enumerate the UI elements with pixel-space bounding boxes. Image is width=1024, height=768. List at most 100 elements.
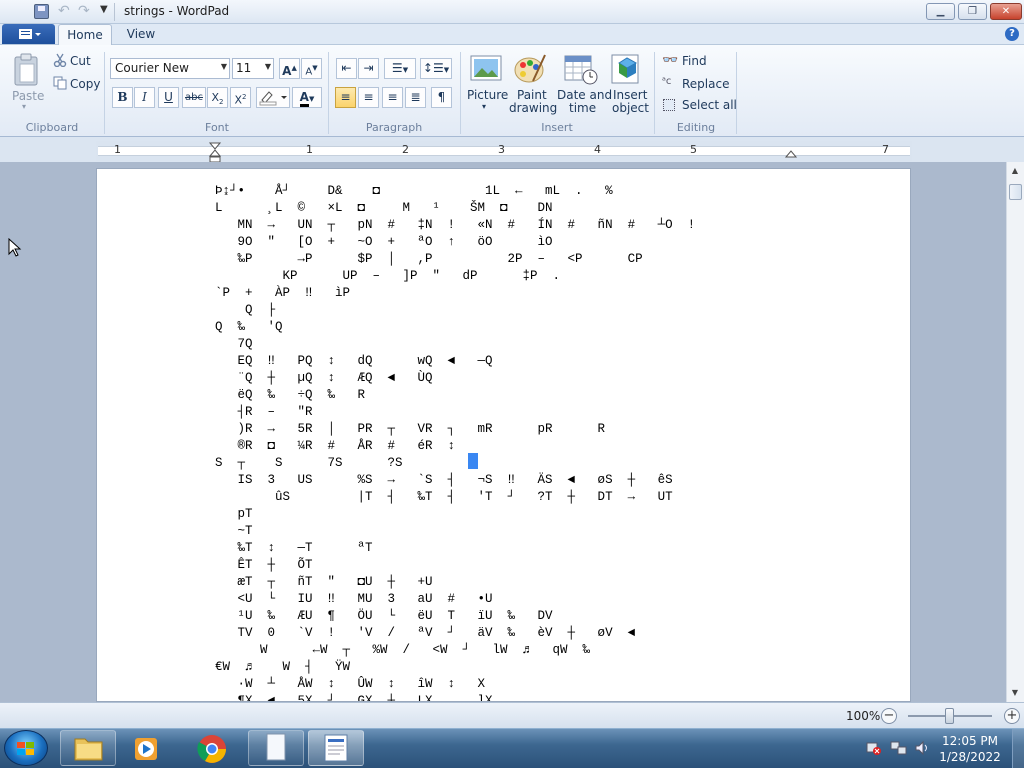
document-line[interactable]: TV 0 `V ! 'V / ªV ┘ äV ‰ èV ┼ øV ◄: [215, 625, 695, 642]
copy-button[interactable]: Copy: [70, 77, 100, 91]
document-line[interactable]: 9O " [O + ~O + ªO ↑ öO ìO: [215, 234, 695, 251]
document-line[interactable]: ûS |T ┤ ‰T ┤ 'T ┘ ?T ┼ DT → UT: [215, 489, 695, 506]
document-line[interactable]: 7Q: [215, 336, 695, 353]
document-line[interactable]: W ←W ┬ %W / <W ┘ lW ♬ qW ‰: [215, 642, 695, 659]
subscript-button[interactable]: X2: [207, 87, 228, 108]
align-center-button[interactable]: ≡: [358, 87, 379, 108]
font-color-button[interactable]: A▼: [292, 87, 322, 108]
document-line[interactable]: IS 3 US %S → `S ┤ ¬S ‼ ÄS ◄ øS ┼ êS: [215, 472, 695, 489]
bold-button[interactable]: B: [112, 87, 133, 108]
insert-object-button[interactable]: object: [612, 101, 649, 115]
paste-dropdown-icon[interactable]: ▾: [22, 102, 26, 111]
document-line[interactable]: ‰P →P $P │ ,P 2P – <P CP: [215, 251, 695, 268]
picture-icon[interactable]: [470, 54, 502, 87]
undo-icon[interactable]: ↶: [58, 3, 70, 19]
select-all-button[interactable]: Select all: [682, 98, 737, 112]
zoom-slider-thumb[interactable]: [945, 708, 954, 724]
document-line[interactable]: Q ‰ 'Q: [215, 319, 695, 336]
document-line[interactable]: KP UP – ]P " dP ‡P .: [215, 268, 695, 285]
binoculars-icon[interactable]: 👓: [662, 53, 678, 68]
insert-object-icon[interactable]: [611, 53, 645, 88]
align-left-button[interactable]: ≡: [335, 87, 356, 108]
bullets-button[interactable]: ☰▼: [384, 58, 416, 79]
paste-button[interactable]: [12, 52, 42, 91]
italic-button[interactable]: I: [134, 87, 155, 108]
save-icon[interactable]: [34, 4, 49, 19]
paint-drawing-button[interactable]: drawing: [509, 101, 557, 115]
picture-button[interactable]: Picture: [467, 88, 508, 102]
vertical-scrollbar[interactable]: [1006, 162, 1024, 702]
document-line[interactable]: S ┬ S 7S ?S: [215, 455, 695, 472]
document-line[interactable]: ëQ ‰ ÷Q ‰ R: [215, 387, 695, 404]
paint-palette-icon[interactable]: [513, 53, 547, 88]
font-family-select[interactable]: Courier New ▼: [110, 58, 230, 79]
document-line[interactable]: pT: [215, 506, 695, 523]
maximize-button[interactable]: ❐: [958, 3, 987, 20]
minimize-button[interactable]: ▁: [926, 3, 955, 20]
chevron-down-icon[interactable]: ▾: [482, 102, 486, 111]
document-line[interactable]: Þ↨┘• Å┘ D& ◘ 1L ← mL . %: [215, 183, 695, 200]
document-line[interactable]: ÊT ┼ ÕT: [215, 557, 695, 574]
calendar-clock-icon[interactable]: [564, 53, 598, 88]
document-line[interactable]: `P + ÀP ‼ ìP: [215, 285, 695, 302]
decrease-indent-button[interactable]: ⇤: [336, 58, 357, 79]
zoom-out-button[interactable]: −: [881, 708, 897, 724]
replace-button[interactable]: Replace: [682, 77, 729, 91]
strikethrough-button[interactable]: abc: [182, 87, 206, 108]
document-line[interactable]: ¶X ◄ 5X ┘ GX ┼ LX lX: [215, 693, 695, 701]
help-icon[interactable]: ?: [1005, 27, 1019, 41]
volume-icon[interactable]: [914, 740, 930, 759]
zoom-in-button[interactable]: +: [1004, 708, 1020, 724]
replace-icon[interactable]: ᵃc: [662, 76, 671, 87]
document-line[interactable]: ‰T ↕ —T ªT: [215, 540, 695, 557]
find-button[interactable]: Find: [682, 54, 707, 68]
date-time-button[interactable]: time: [569, 101, 596, 115]
grow-font-button[interactable]: A▲: [279, 58, 300, 79]
customize-quick-access-icon[interactable]: ▼: [100, 4, 108, 15]
document-line[interactable]: EQ ‼ PQ ↕ dQ wQ ◄ —Q: [215, 353, 695, 370]
document-line[interactable]: <U └ IU ‼ MU 3 aU # •U: [215, 591, 695, 608]
document-line[interactable]: ®R ◘ ¼R # ÅR # éR ↕: [215, 438, 695, 455]
document-line[interactable]: €W ♬ W ┤ ŸW: [215, 659, 695, 676]
notepad-taskbar-button[interactable]: [248, 730, 304, 766]
shrink-font-button[interactable]: A▼: [301, 58, 322, 79]
document-line[interactable]: )R → 5R │ PR ┬ VR ┐ mR pR R: [215, 421, 695, 438]
document-line[interactable]: ¨Q ┼ µQ ↕ ÆQ ◄ ÙQ: [215, 370, 695, 387]
network-icon[interactable]: [890, 740, 908, 759]
justify-button[interactable]: ≣: [405, 87, 426, 108]
document-line[interactable]: æT ┬ ñT " ◘U ┼ +U: [215, 574, 695, 591]
document-line[interactable]: ┤R – "R: [215, 404, 695, 421]
right-indent-marker-icon[interactable]: [784, 148, 798, 162]
insert-object-label-1[interactable]: Insert: [613, 88, 647, 102]
redo-icon[interactable]: ↷: [78, 3, 90, 19]
cut-button[interactable]: Cut: [70, 54, 91, 68]
copy-icon[interactable]: [53, 76, 67, 93]
superscript-button[interactable]: X2: [230, 87, 251, 108]
paragraph-settings-button[interactable]: ¶: [431, 87, 452, 108]
document-line[interactable]: ~T: [215, 523, 695, 540]
underline-button[interactable]: U: [158, 87, 179, 108]
document-line[interactable]: Q ├: [215, 302, 695, 319]
file-menu-button[interactable]: [2, 24, 55, 44]
document-page[interactable]: Þ↨┘• Å┘ D& ◘ 1L ← mL . % L ¸L © ×L ◘ M ¹ …: [96, 168, 911, 702]
wordpad-taskbar-button[interactable]: [308, 730, 364, 766]
clock-time[interactable]: 12:05 PM: [934, 734, 1006, 748]
align-right-button[interactable]: ≡: [382, 87, 403, 108]
increase-indent-button[interactable]: ⇥: [358, 58, 379, 79]
line-spacing-button[interactable]: ↕☰▼: [420, 58, 452, 79]
scroll-down-icon[interactable]: ▼: [1006, 688, 1024, 702]
document-line[interactable]: L ¸L © ×L ◘ M ¹ ŠM ◘ DN: [215, 200, 695, 217]
scroll-thumb[interactable]: [1009, 184, 1022, 200]
show-desktop-button[interactable]: [1012, 729, 1024, 768]
cut-icon[interactable]: [53, 53, 67, 70]
datetime-label-1[interactable]: Date and: [557, 88, 612, 102]
highlight-color-button[interactable]: [256, 87, 290, 108]
tab-home[interactable]: Home: [58, 24, 112, 46]
document-text[interactable]: Þ↨┘• Å┘ D& ◘ 1L ← mL . % L ¸L © ×L ◘ M ¹ …: [215, 183, 695, 701]
chrome-icon[interactable]: [196, 733, 228, 768]
font-size-select[interactable]: 11 ▼: [232, 58, 274, 79]
clock-date[interactable]: 1/28/2022: [934, 750, 1006, 764]
paint-label-1[interactable]: Paint: [517, 88, 547, 102]
document-line[interactable]: ·W ┴ ÅW ↕ ÛW ↕ îW ↕ X: [215, 676, 695, 693]
scroll-up-icon[interactable]: ▲: [1006, 166, 1024, 180]
